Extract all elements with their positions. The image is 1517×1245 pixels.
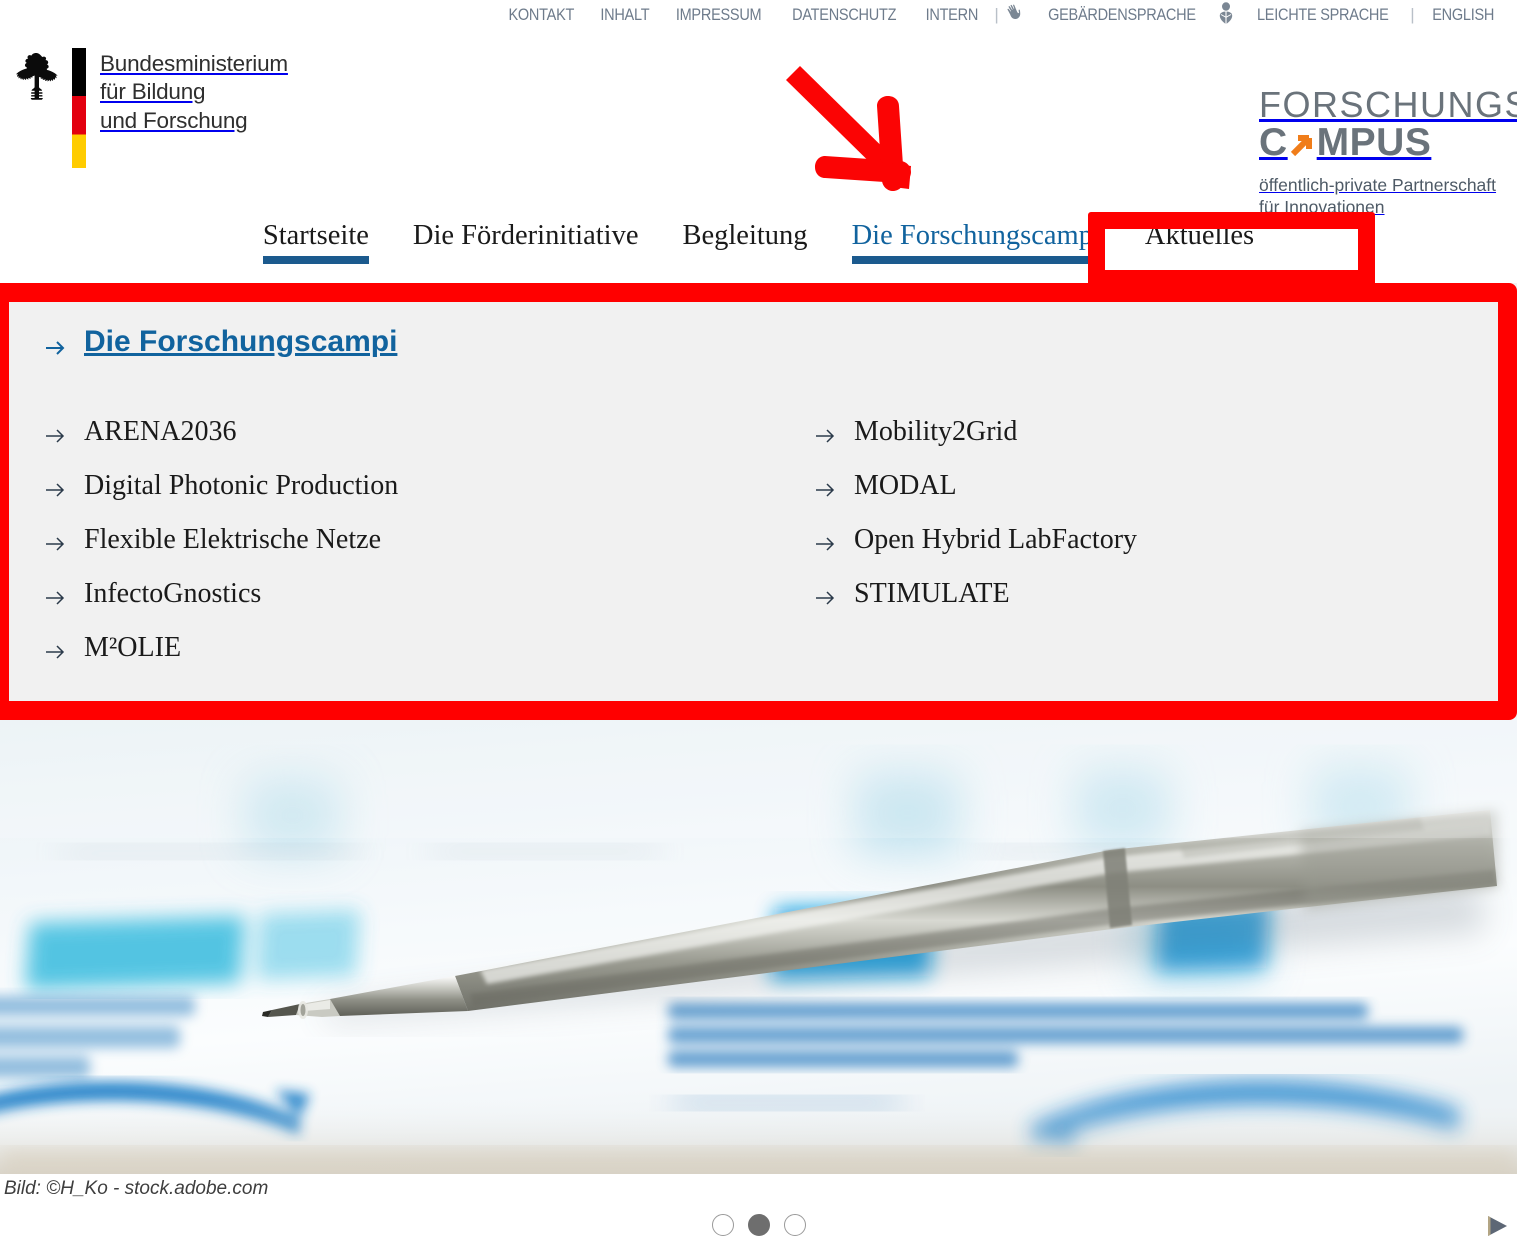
dropdown-heading-label: Die Forschungscampi [84,325,398,358]
ministry-line-2: für Bildung [100,79,206,105]
arrow-right-icon [814,584,838,605]
nav-item-startseite[interactable]: Startseite [241,218,391,264]
nav-item-forschungscampi[interactable]: Die Forschungscampi [830,218,1123,264]
dropdown-label: STIMULATE [854,578,1010,609]
dropdown-item-flexible-elektrische-netze[interactable]: Flexible Elektrische Netze [44,513,814,567]
arrow-right-icon [44,332,68,355]
carousel-pagination [0,1214,1517,1236]
campus-logo-line1: FORSCHUNGS [1259,84,1517,125]
ministry-line-1: Bundesministerium [100,51,288,76]
image-caption: Bild: ©H_Ko - stock.adobe.com [4,1178,269,1199]
federal-eagle-icon [10,50,62,106]
hero-carousel-image[interactable] [0,718,1517,1174]
arrow-right-icon [44,584,68,605]
meta-separator-1: | [994,5,999,24]
dropdown-label: MODAL [854,470,957,501]
meta-link-english[interactable]: ENGLISH [1424,6,1502,25]
dropdown-columns: ARENA2036 Digital Photonic Production Fl… [44,405,1517,675]
main-navigation: Startseite Die Förderinitiative Begleitu… [0,218,1517,264]
dropdown-item-modal[interactable]: MODAL [814,459,1414,513]
dropdown-item-infectognostics[interactable]: InfectoGnostics [44,567,814,621]
dropdown-item-open-hybrid-labfactory[interactable]: Open Hybrid LabFactory [814,513,1414,567]
campus-logo-c: C [1259,120,1288,164]
arrow-right-icon [44,422,68,443]
meta-navigation: KONTAKT INHALT IMPRESSUM DATENSCHUTZ INT… [0,0,1517,30]
meta-link-inhalt[interactable]: INHALT [592,6,657,25]
nav-item-aktuelles[interactable]: Aktuelles [1123,218,1276,264]
campus-logo-subline-2: für Innovationen [1259,197,1385,218]
forschungscampus-logo[interactable]: FORSCHUNGS C MPUS öffentlich-private Par… [1259,84,1517,219]
easy-language-icon [1215,1,1237,30]
carousel-dot-2[interactable] [747,1214,770,1236]
site-header: Bundesministerium für Bildung und Forsch… [0,30,1517,217]
nav-item-begleitung[interactable]: Begleitung [660,218,829,264]
nav-label-aktuelles: Aktuelles [1144,220,1255,251]
nav-label-foerderinitiative: Die Förderinitiative [412,220,639,251]
nav-item-foerderinitiative[interactable]: Die Förderinitiative [391,218,661,264]
dropdown-label: M²OLIE [84,632,182,663]
meta-link-leichte-sprache[interactable]: LEICHTE SPRACHE [1249,6,1396,25]
meta-link-impressum[interactable]: IMPRESSUM [668,6,769,25]
german-flag-bar [72,48,86,168]
carousel-play-button[interactable] [1483,1212,1511,1240]
arrow-right-icon [814,422,838,443]
dropdown-item-digital-photonic-production[interactable]: Digital Photonic Production [44,459,814,513]
meta-link-intern[interactable]: INTERN [917,6,985,25]
arrow-right-icon [44,530,68,551]
campus-logo-line2: C MPUS [1259,120,1517,164]
nav-label-begleitung: Begleitung [682,220,808,251]
dropdown-label: Open Hybrid LabFactory [854,524,1138,555]
meta-link-kontakt[interactable]: KONTAKT [501,6,582,25]
dropdown-label: Mobility2Grid [854,416,1018,447]
dropdown-label: InfectoGnostics [84,578,262,609]
dropdown-label: Flexible Elektrische Netze [84,524,381,555]
dropdown-item-arena2036[interactable]: ARENA2036 [44,405,814,459]
dropdown-item-stimulate[interactable]: STIMULATE [814,567,1414,621]
dropdown-label: ARENA2036 [84,416,237,447]
dropdown-label: Digital Photonic Production [84,470,399,501]
ministry-logo-text: Bundesministerium für Bildung und Forsch… [100,48,288,135]
sign-language-icon [1003,1,1027,30]
carousel-dot-3[interactable] [783,1214,806,1236]
orange-diagonal-arrow-icon [1287,128,1318,159]
arrow-right-icon [44,638,68,659]
meta-link-gebaerdensprache[interactable]: GEBÄRDENSPRACHE [1040,6,1204,25]
dropdown-panel-forschungscampi: Die Forschungscampi ARENA2036 Digital Ph… [0,283,1517,718]
meta-link-datenschutz[interactable]: DATENSCHUTZ [785,6,905,25]
dropdown-heading-link[interactable]: Die Forschungscampi [44,325,1517,359]
meta-separator-2: | [1410,5,1415,24]
dropdown-item-m2olie[interactable]: M²OLIE [44,621,814,675]
campus-logo-subline-1: öffentlich-private Partnerschaft [1259,174,1497,195]
arrow-right-icon [44,476,68,497]
arrow-right-icon [814,530,838,551]
campus-logo-mpus: MPUS [1316,120,1432,164]
dropdown-column-left: ARENA2036 Digital Photonic Production Fl… [44,405,814,675]
ministry-line-3: und Forschung [100,107,248,133]
nav-underline-forschungscampi [851,255,1101,264]
dropdown-item-mobility2grid[interactable]: Mobility2Grid [814,405,1414,459]
nav-underline-startseite [262,255,369,264]
dropdown-column-right: Mobility2Grid MODAL Open Hybrid LabFacto… [814,405,1414,675]
nav-label-forschungscampi: Die Forschungscampi [851,220,1101,251]
arrow-right-icon [814,476,838,497]
nav-label-startseite: Startseite [262,220,369,251]
carousel-dot-1[interactable] [711,1214,734,1236]
ministry-logo[interactable]: Bundesministerium für Bildung und Forsch… [10,48,288,168]
